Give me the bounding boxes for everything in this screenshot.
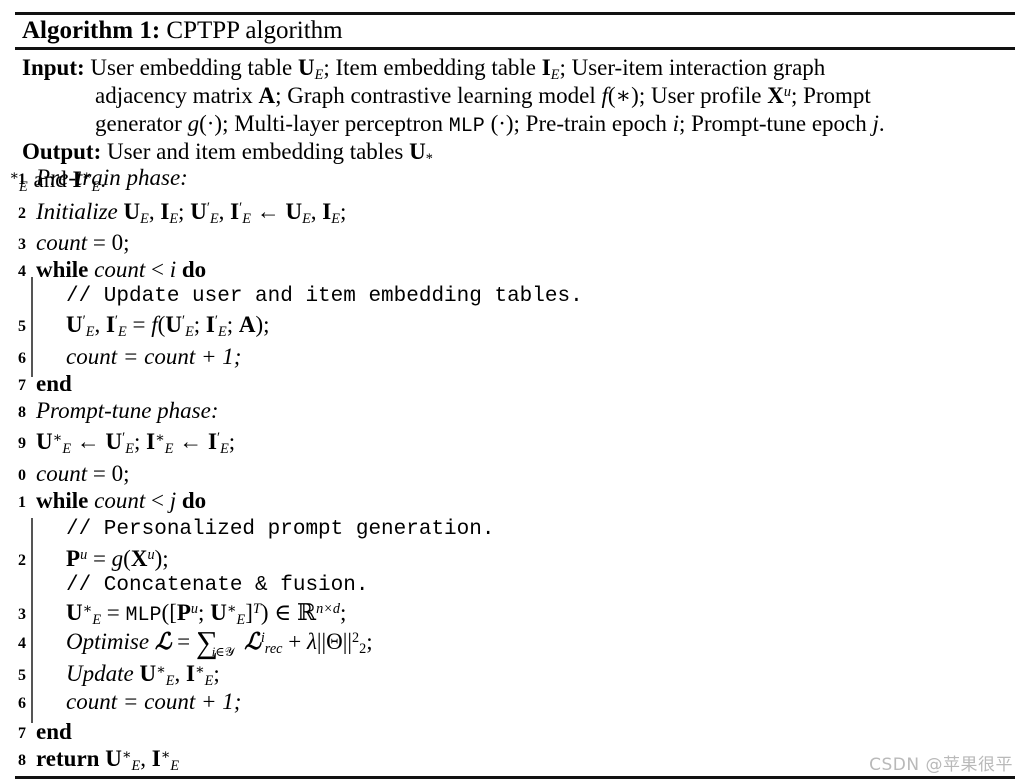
- line-content: count = 0;: [36, 461, 130, 486]
- line-content: U∗E ← U′E; I∗E ← I′E;: [36, 429, 236, 457]
- comment-text: // Personalized prompt generation.: [66, 518, 495, 541]
- line-content: count = count + 1;: [66, 344, 242, 369]
- line-number: 2: [18, 552, 26, 569]
- line-content: Pu = g(Xu);: [66, 546, 169, 571]
- algorithm-title-keyword: Algorithm 1:: [22, 17, 161, 44]
- line-number: 4: [18, 635, 26, 652]
- line-content: return U∗E, I∗E: [36, 746, 180, 774]
- keyword-end: end: [36, 371, 72, 396]
- line-number: 3: [18, 236, 26, 253]
- line-number: 3: [18, 606, 26, 623]
- line-number: 6: [18, 350, 26, 367]
- line-content: count = count + 1;: [66, 689, 242, 714]
- input-line-2: adjacency matrix A; Graph contrastive le…: [95, 82, 871, 110]
- output-label: Output:: [22, 139, 102, 164]
- line-number: 5: [18, 318, 26, 335]
- line-content: U′E, I′E = f(U′E; I′E; A);: [66, 312, 270, 340]
- rule-top: [15, 12, 1015, 15]
- algorithm-title: Algorithm 1: CPTPP algorithm: [22, 16, 343, 46]
- watermark: CSDN @苹果很平: [869, 755, 1013, 775]
- keyword-return: return: [36, 746, 100, 771]
- line-number: 7: [18, 725, 26, 742]
- line-number: 8: [18, 404, 26, 421]
- line-number: 1: [18, 494, 26, 511]
- input-label: Input:: [22, 55, 85, 80]
- keyword-do: do: [181, 488, 207, 513]
- line-number: 5: [18, 667, 26, 684]
- algorithm-title-name: CPTPP algorithm: [166, 17, 343, 44]
- comment-text: // Update user and item embedding tables…: [66, 285, 583, 308]
- line-number: 4: [18, 263, 26, 280]
- line-content: Prompt-tune phase:: [36, 398, 219, 423]
- line-number: 9: [18, 435, 26, 452]
- indent-guide-pretrain: [31, 277, 33, 377]
- rule-middle: [15, 47, 1015, 50]
- keyword-while: while: [36, 488, 89, 513]
- algorithm-block: Algorithm 1: CPTPP algorithm Input: User…: [0, 0, 1027, 784]
- line-number: 6: [18, 695, 26, 712]
- line-number: 7: [18, 377, 26, 394]
- input-text-2: adjacency matrix A; Graph contrastive le…: [95, 83, 871, 108]
- line-number: 1: [18, 171, 26, 188]
- line-content: while count < j do: [36, 488, 207, 513]
- input-text-3: generator g(·); Multi-layer perceptron M…: [95, 111, 885, 138]
- line-number: 8: [18, 752, 26, 769]
- comment-text: // Concatenate & fusion.: [66, 574, 369, 597]
- line-content: Pre-train phase:: [36, 165, 188, 190]
- line-content: while count < i do: [36, 257, 207, 282]
- line-number: 2: [18, 205, 26, 222]
- line-number: 0: [18, 467, 26, 484]
- line-content: Update U∗E, I∗E;: [66, 661, 220, 689]
- input-line-1: Input: User embedding table UE; Item emb…: [22, 54, 825, 82]
- keyword-do: do: [181, 257, 207, 282]
- rule-bottom: [15, 776, 1015, 779]
- input-line-3: generator g(·); Multi-layer perceptron M…: [95, 110, 885, 141]
- line-content: Initialize UE, IE; U′E, I′E ← UE, IE;: [36, 199, 347, 227]
- keyword-while: while: [36, 257, 89, 282]
- keyword-end: end: [36, 719, 72, 744]
- indent-guide-prompttune: [31, 518, 33, 723]
- line-content: count = 0;: [36, 230, 130, 255]
- input-text-1: User embedding table UE; Item embedding …: [90, 55, 826, 83]
